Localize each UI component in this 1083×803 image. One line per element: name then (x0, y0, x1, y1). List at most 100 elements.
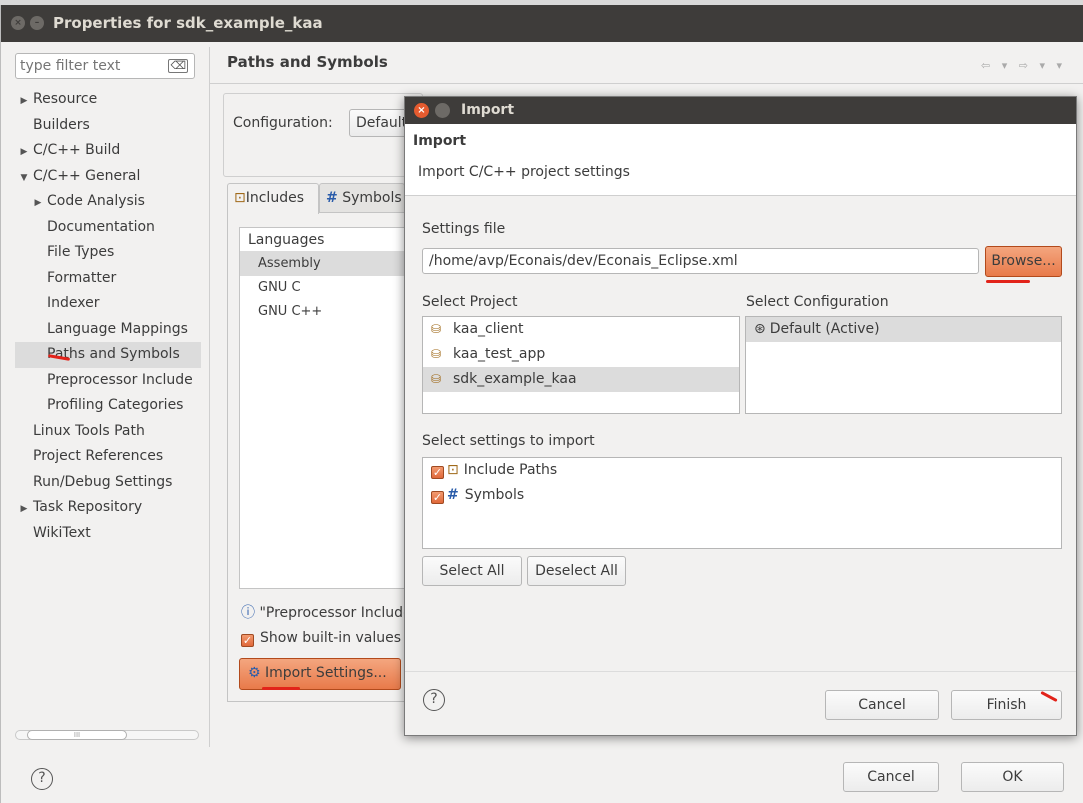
project-name: kaa_test_app (453, 346, 546, 362)
tree-item[interactable]: Language Mappings (15, 317, 201, 343)
project-name: kaa_client (453, 321, 524, 337)
expand-down-icon[interactable]: ▼ (15, 166, 33, 191)
tree-item-label: Builders (33, 116, 90, 133)
show-builtin-checkbox[interactable]: ✓ Show built-in values (241, 630, 401, 647)
tree-item[interactable]: ▶ Code Analysis (15, 189, 201, 215)
list-item[interactable]: ✓ # Symbols (423, 483, 1061, 508)
list-item[interactable]: GNU C (240, 276, 418, 300)
settings-file-input[interactable] (422, 248, 979, 274)
browse-button[interactable]: Browse... (985, 246, 1062, 277)
tree-item-label: Run/Debug Settings (33, 473, 173, 490)
dialog-header-title: Import (413, 133, 467, 149)
expand-right-icon[interactable]: ▶ (15, 497, 33, 522)
annotation-mark (986, 280, 1030, 283)
tree-item-label: WikiText (33, 524, 91, 541)
window-close-button[interactable]: × (11, 16, 25, 30)
import-settings-button[interactable]: ⚙ Import Settings... (239, 658, 401, 690)
checkbox-checked-icon[interactable]: ✓ (431, 491, 444, 504)
page-title: Paths and Symbols (227, 53, 388, 71)
checkbox-checked-icon[interactable]: ✓ (431, 466, 444, 479)
languages-header: Languages (240, 228, 418, 252)
tree-item-label: Preprocessor Include (47, 371, 193, 388)
panel-divider (209, 47, 210, 747)
tree-item-label: Indexer (47, 295, 100, 311)
tree-item[interactable]: WikiText (15, 521, 201, 547)
tab-includes-label: Includes (245, 190, 304, 206)
tree-item-label: Linux Tools Path (33, 422, 145, 439)
list-item[interactable]: Assembly (240, 252, 418, 276)
expand-right-icon[interactable]: ▶ (15, 140, 33, 165)
list-item[interactable]: ✓ ⊡ Include Paths (423, 458, 1061, 483)
scrollbar-thumb[interactable]: III (27, 730, 127, 740)
tree-item[interactable]: ▶ Resource (15, 87, 201, 113)
ok-button[interactable]: OK (961, 762, 1064, 792)
tree-item[interactable]: ▶ Task Repository (15, 495, 201, 521)
filter-field[interactable]: ⌫ (15, 53, 195, 79)
window-title: Properties for sdk_example_kaa (53, 14, 323, 32)
import-settings-icon: ⚙ (248, 665, 261, 681)
tree-item[interactable]: ▶ C/C++ Build (15, 138, 201, 164)
dialog-minimize-button[interactable] (435, 103, 450, 118)
includes-icon: ⊡ (234, 190, 246, 206)
tree-item[interactable]: Indexer (15, 291, 201, 317)
configuration-name: Default (Active) (769, 321, 880, 337)
project-list[interactable]: ⛁ kaa_client ⛁ kaa_test_app ⛁ sdk_example_k… (422, 316, 740, 414)
tab-symbols-label: Symbols (342, 190, 402, 206)
list-item[interactable]: ⛁ sdk_example_kaa (423, 367, 739, 392)
tree-item[interactable]: Builders (15, 113, 201, 139)
settings-file-label: Settings file (422, 221, 506, 237)
list-item[interactable]: GNU C++ (240, 300, 418, 324)
tree-item[interactable]: Formatter (15, 266, 201, 292)
dialog-help-icon[interactable]: ? (423, 689, 445, 711)
project-folder-icon: ⛁ (431, 372, 442, 386)
select-all-button[interactable]: Select All (422, 556, 522, 586)
tree-item-label: Code Analysis (47, 193, 145, 209)
tree-item[interactable]: Documentation (15, 215, 201, 241)
tree-item[interactable]: Paths and Symbols (15, 342, 201, 368)
history-nav-arrows[interactable]: ⇦ ▾ ⇨ ▾ ▾ (981, 59, 1066, 72)
tree-item[interactable]: Linux Tools Path (15, 419, 201, 445)
dialog-cancel-button[interactable]: Cancel (825, 690, 939, 720)
tree-item-label: Project References (33, 448, 164, 464)
include-paths-icon: ⊡ (447, 462, 459, 478)
tree-item[interactable]: ▼ C/C++ General (15, 164, 201, 190)
window-minimize-button[interactable]: – (30, 16, 44, 30)
list-item[interactable]: ⛁ kaa_client (423, 317, 739, 342)
tree-item[interactable]: Profiling Categories (15, 393, 201, 419)
project-folder-icon: ⛁ (431, 322, 442, 336)
dialog-title: Import (461, 102, 515, 118)
deselect-all-button[interactable]: Deselect All (527, 556, 626, 586)
expand-right-icon[interactable]: ▶ (29, 191, 47, 216)
tree-item[interactable]: Run/Debug Settings (15, 470, 201, 496)
tree-item[interactable]: Preprocessor Include (15, 368, 201, 394)
show-builtin-label: Show built-in values (260, 630, 402, 646)
tree-item-label: File Types (47, 244, 115, 260)
dialog-titlebar: × Import (405, 97, 1076, 124)
cancel-button[interactable]: Cancel (843, 762, 939, 792)
settings-list[interactable]: ✓ ⊡ Include Paths ✓ # Symbols (422, 457, 1062, 549)
languages-list[interactable]: Languages Assembly GNU C GNU C++ (239, 227, 419, 589)
tree-item[interactable]: Project References (15, 444, 201, 470)
filter-input[interactable] (20, 55, 170, 77)
checkbox-checked-icon[interactable]: ✓ (241, 634, 254, 647)
dialog-close-icon[interactable]: × (414, 103, 429, 118)
list-item[interactable]: ⊛ Default (Active) (746, 317, 1061, 342)
tree-item-label: Documentation (47, 218, 155, 235)
left-horizontal-scrollbar[interactable]: III (15, 727, 199, 741)
tree-item-label: Resource (33, 91, 98, 107)
select-settings-label: Select settings to import (422, 433, 595, 449)
configuration-list[interactable]: ⊛ Default (Active) (745, 316, 1062, 414)
expand-right-icon[interactable]: ▶ (15, 89, 33, 114)
import-dialog: × Import Import Import C/C++ project set… (404, 96, 1077, 736)
tree-item-label: Language Mappings (47, 320, 188, 337)
list-item[interactable]: ⛁ kaa_test_app (423, 342, 739, 367)
preferences-tree: ▶ Resource Builders ▶ C/C++ Build ▼ C/C++ Gene… (15, 87, 201, 546)
help-icon[interactable]: ? (31, 768, 53, 790)
dialog-header: Import Import C/C++ project settings (405, 124, 1076, 196)
tree-item-label: C/C++ Build (33, 142, 121, 158)
tab-symbols[interactable]: # Symbols (319, 183, 405, 213)
tree-item[interactable]: File Types (15, 240, 201, 266)
clear-filter-icon[interactable]: ⌫ (168, 59, 188, 73)
tab-includes[interactable]: ⊡Includes (227, 183, 319, 214)
select-configuration-label: Select Configuration (746, 294, 889, 310)
